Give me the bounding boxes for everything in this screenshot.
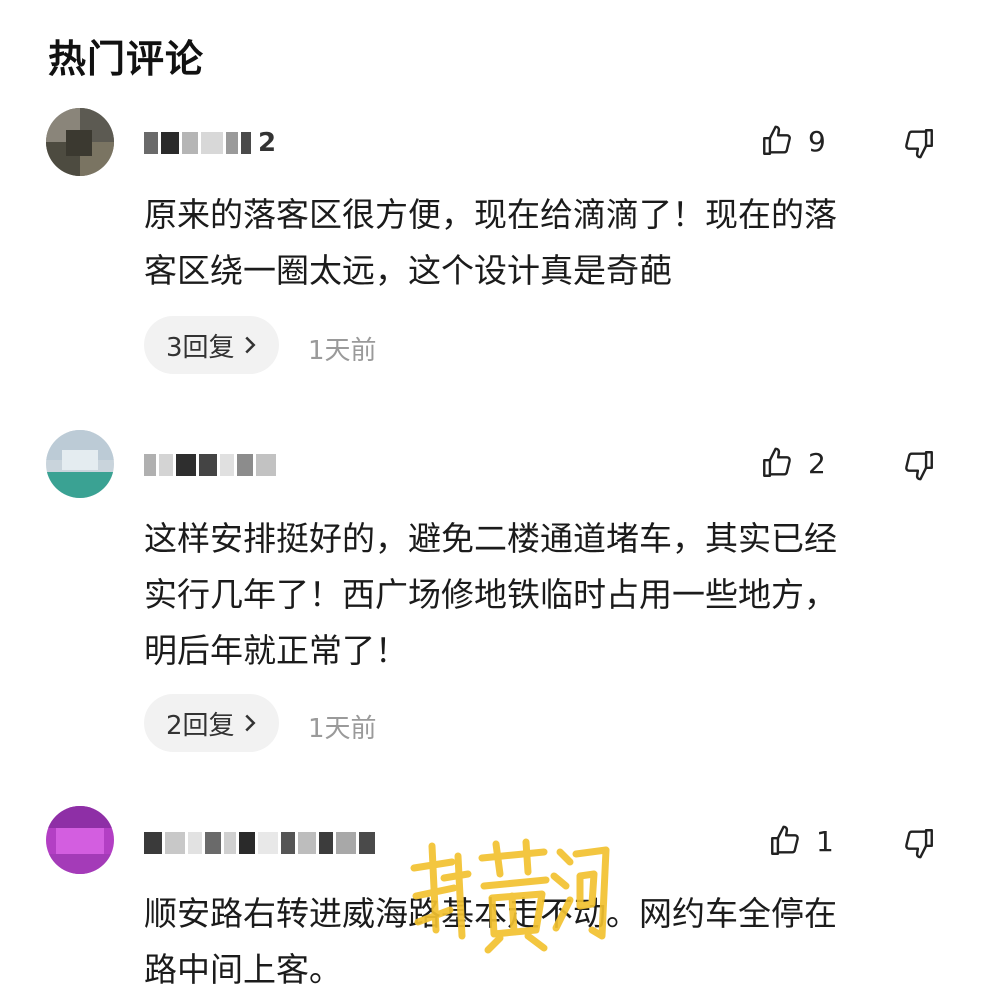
thumbs-down-icon[interactable] — [902, 126, 936, 160]
comment-text: 原来的落客区很方便，现在给滴滴了！现在的落 客区绕一圈太远，这个设计真是奇葩 — [144, 195, 837, 290]
chevron-right-icon — [243, 335, 257, 355]
timestamp: 1天前 — [308, 336, 377, 366]
like-button[interactable]: 2 — [760, 446, 826, 480]
avatar[interactable] — [46, 806, 114, 874]
thumbs-up-icon — [760, 124, 794, 158]
watermark-logo — [404, 838, 610, 954]
comment-text: 这样安排挺好的，避免二楼通道堵车，其实已经 实行几年了！西广场修地铁临时占用一些… — [144, 519, 837, 670]
like-button[interactable]: 9 — [760, 124, 826, 158]
like-count: 9 — [808, 124, 826, 158]
like-count: 1 — [816, 824, 834, 858]
username[interactable]: 2 — [144, 128, 276, 158]
replies-button[interactable]: 2回复 — [144, 694, 279, 752]
chevron-right-icon — [243, 713, 257, 733]
replies-button[interactable]: 3回复 — [144, 316, 279, 374]
thumbs-down-icon[interactable] — [902, 826, 936, 860]
thumbs-up-icon — [768, 824, 802, 858]
section-title: 热门评论 — [48, 37, 205, 81]
like-button[interactable]: 1 — [768, 824, 834, 858]
thumbs-down-icon[interactable] — [902, 448, 936, 482]
username[interactable] — [144, 828, 375, 858]
timestamp: 1天前 — [308, 714, 377, 744]
thumbs-up-icon — [760, 446, 794, 480]
username[interactable] — [144, 450, 276, 480]
like-count: 2 — [808, 446, 826, 480]
avatar[interactable] — [46, 108, 114, 176]
avatar[interactable] — [46, 430, 114, 498]
